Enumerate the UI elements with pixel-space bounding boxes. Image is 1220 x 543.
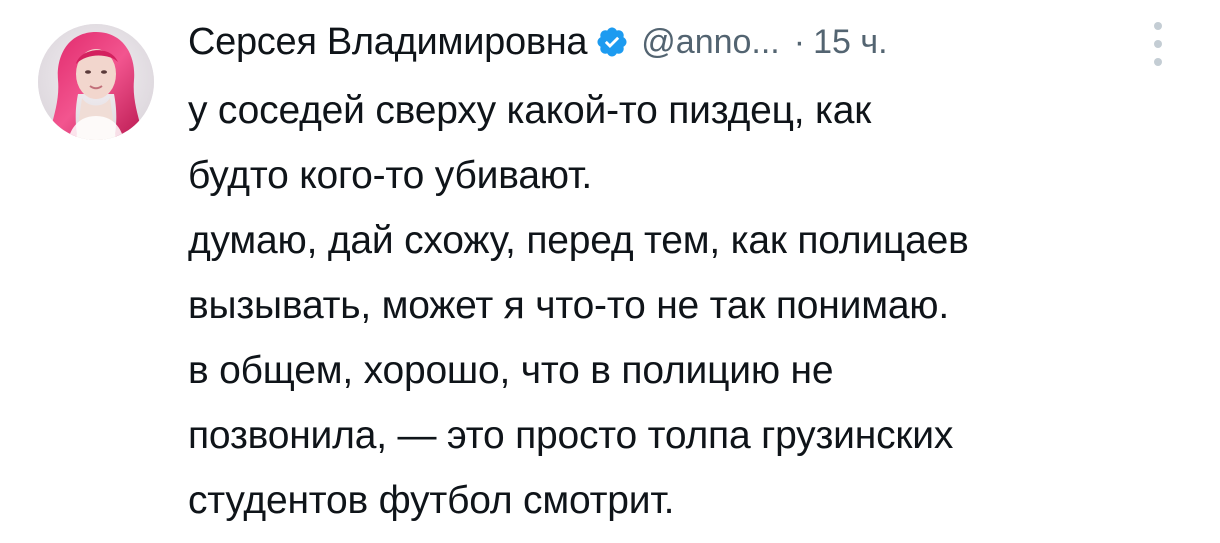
tweet-text: у соседей сверху какой-то пиздец, как бу… (188, 78, 1198, 533)
author-handle[interactable]: @anno... (641, 23, 780, 62)
tweet-text-line: студентов футбол смотрит. (188, 479, 675, 522)
dot (1154, 22, 1162, 30)
tweet-text-line: думаю, дай схожу, перед тем, как полицае… (188, 219, 969, 262)
avatar[interactable] (38, 24, 154, 140)
tweet-text-line: будто кого-то убивают. (188, 154, 592, 197)
avatar-image (38, 24, 154, 140)
tweet-text-line: позвонила, — это просто толпа грузинских (188, 414, 954, 457)
author-display-name[interactable]: Серсея Владимировна (188, 21, 588, 64)
tweet-text-line: в общем, хорошо, что в полицию не (188, 349, 834, 392)
tweet-text-line: вызывать, может я что-то не так понимаю. (188, 284, 949, 327)
tweet[interactable]: Серсея Владимировна @anno... · 15 ч. у с… (0, 0, 1220, 543)
verified-badge-icon[interactable] (595, 25, 629, 59)
separator-dot: · (793, 22, 806, 61)
dot (1154, 58, 1162, 66)
tweet-header: Серсея Владимировна @anno... · 15 ч. (188, 12, 1178, 72)
dot (1154, 40, 1162, 48)
tweet-timestamp[interactable]: 15 ч. (813, 23, 887, 62)
more-options-icon[interactable] (1148, 22, 1168, 66)
tweet-text-line: у соседей сверху какой-то пиздец, как (188, 89, 872, 132)
